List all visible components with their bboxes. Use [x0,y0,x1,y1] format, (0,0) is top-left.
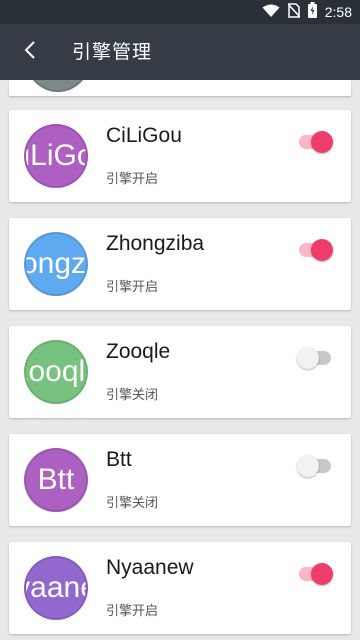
toggle-thumb [311,131,333,153]
toggle-thumb [311,563,333,585]
engine-card[interactable]: Zooqle Zooqle 引擎关闭 [9,326,351,418]
engine-toggle[interactable] [297,345,333,371]
engine-avatar-text: CiLiGou [24,139,86,172]
no-sim-icon [287,2,301,22]
engine-card[interactable]: Btt Btt 引擎关闭 [9,434,351,526]
engine-name: Nyaanew [106,556,194,579]
app-bar: 引擎管理 [0,24,360,80]
engine-list[interactable]: CiLiGou CiLiGou 引擎开启 Zhongziba Zhongziba… [0,80,360,640]
engine-avatar-text: Zhongziba [24,247,87,280]
engine-avatar: Zooqle [24,340,88,404]
engine-status: 引擎开启 [106,604,159,619]
engine-status: 引擎开启 [106,280,159,295]
engine-card-partial [9,80,351,96]
engine-card[interactable]: Nyaanew Nyaanew 引擎开启 [9,542,351,634]
engine-toggle[interactable] [297,453,333,479]
engine-avatar: CiLiGou [24,124,88,188]
status-icons: 2:58 [262,0,352,24]
toggle-thumb [297,455,319,477]
engine-avatar [26,80,90,92]
engine-name: Zhongziba [106,232,205,255]
wifi-icon [262,3,280,22]
engine-avatar: Zhongziba [24,232,88,296]
back-arrow-icon [24,40,36,64]
back-button[interactable] [12,34,48,70]
toggle-thumb [311,239,333,261]
engine-avatar-text: Nyaanew [26,571,86,604]
engine-avatar-text: Btt [37,463,75,496]
engine-toggle[interactable] [297,561,333,587]
status-bar: 2:58 [0,0,360,24]
engine-card[interactable]: Zhongziba Zhongziba 引擎开启 [9,218,351,310]
toggle-thumb [297,347,319,369]
engine-card[interactable]: CiLiGou CiLiGou 引擎开启 [9,110,351,202]
page-title: 引擎管理 [72,41,153,63]
engine-status: 引擎关闭 [106,388,159,403]
engine-avatar: Btt [24,448,88,512]
engine-name: Zooqle [106,340,171,363]
engine-toggle[interactable] [297,129,333,155]
status-time: 2:58 [324,4,352,20]
engine-name: CiLiGou [106,124,182,147]
engine-toggle[interactable] [297,237,333,263]
engine-avatar: Nyaanew [24,556,88,620]
engine-name: Btt [106,448,132,471]
engine-status: 引擎关闭 [106,496,159,511]
battery-charging-icon [307,2,317,22]
engine-avatar-text: Zooqle [26,355,86,388]
engine-status: 引擎开启 [106,172,159,187]
